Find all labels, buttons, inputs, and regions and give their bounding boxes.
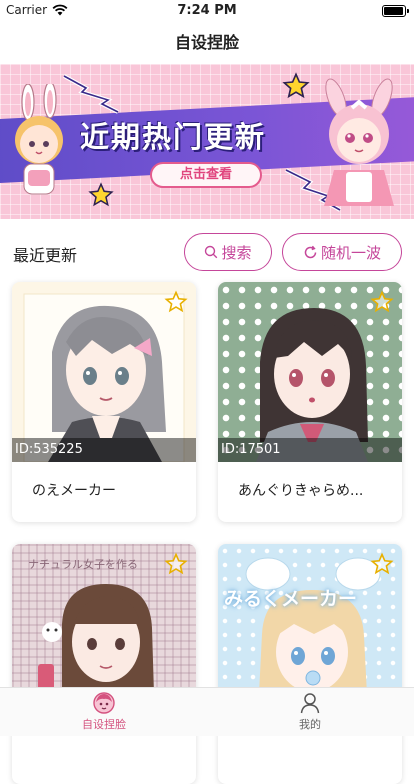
tab-mine[interactable]: 我的 — [260, 692, 360, 732]
favorite-star-icon[interactable] — [164, 290, 188, 314]
maker-card[interactable]: ナチュラル女子を作る — [12, 544, 196, 784]
recent-updates-header: 最近更新 搜索 随机一波 — [0, 230, 414, 274]
status-time: 7:24 PM — [177, 3, 237, 18]
maker-card[interactable]: ID:17501 あんぐりきゃらめ... — [218, 282, 402, 522]
tab-label: 自设捏脸 — [82, 718, 126, 731]
star-icon — [88, 182, 114, 207]
maker-thumbnail-caption: みるくメーカー — [224, 588, 358, 610]
face-icon — [93, 692, 115, 714]
maker-card[interactable]: みるくメーカー — [218, 544, 402, 784]
maid-girl-illustration — [324, 78, 394, 206]
random-button-label: 随机一波 — [320, 243, 381, 262]
nav-title: 自设捏脸 — [174, 33, 239, 52]
hot-updates-banner[interactable]: 近期热门更新 点击查看 — [0, 64, 414, 219]
random-button[interactable]: 随机一波 — [282, 233, 402, 271]
banner-title: 近期热门更新 — [80, 120, 267, 154]
person-icon — [300, 693, 320, 714]
banner-view-button[interactable]: 点击查看 — [150, 162, 262, 188]
maker-name: あんぐりきゃらめ... — [238, 483, 364, 499]
star-icon — [282, 72, 310, 99]
section-title: 最近更新 — [13, 246, 78, 265]
tab-label: 我的 — [299, 718, 321, 731]
search-button[interactable]: 搜索 — [184, 233, 272, 271]
search-icon — [205, 245, 218, 259]
maker-id: ID:17501 — [218, 438, 402, 462]
bunny-girl-illustration — [15, 84, 63, 195]
maker-name: のえメーカー — [32, 483, 116, 499]
maker-id: ID:535225 — [12, 438, 196, 462]
maker-thumbnail-caption: ナチュラル女子を作る — [28, 558, 138, 571]
status-bar: Carrier 7:24 PM — [0, 0, 414, 22]
maker-card[interactable]: ID:535225 のえメーカー — [12, 282, 196, 522]
favorite-star-icon[interactable] — [370, 552, 394, 576]
tab-bar: 自设捏脸 我的 — [0, 687, 414, 736]
favorite-star-icon[interactable] — [370, 290, 394, 314]
tab-face-maker[interactable]: 自设捏脸 — [54, 692, 154, 732]
battery-icon — [382, 5, 409, 17]
search-button-label: 搜索 — [221, 243, 252, 262]
refresh-icon — [304, 245, 317, 258]
favorite-star-icon[interactable] — [164, 552, 188, 576]
